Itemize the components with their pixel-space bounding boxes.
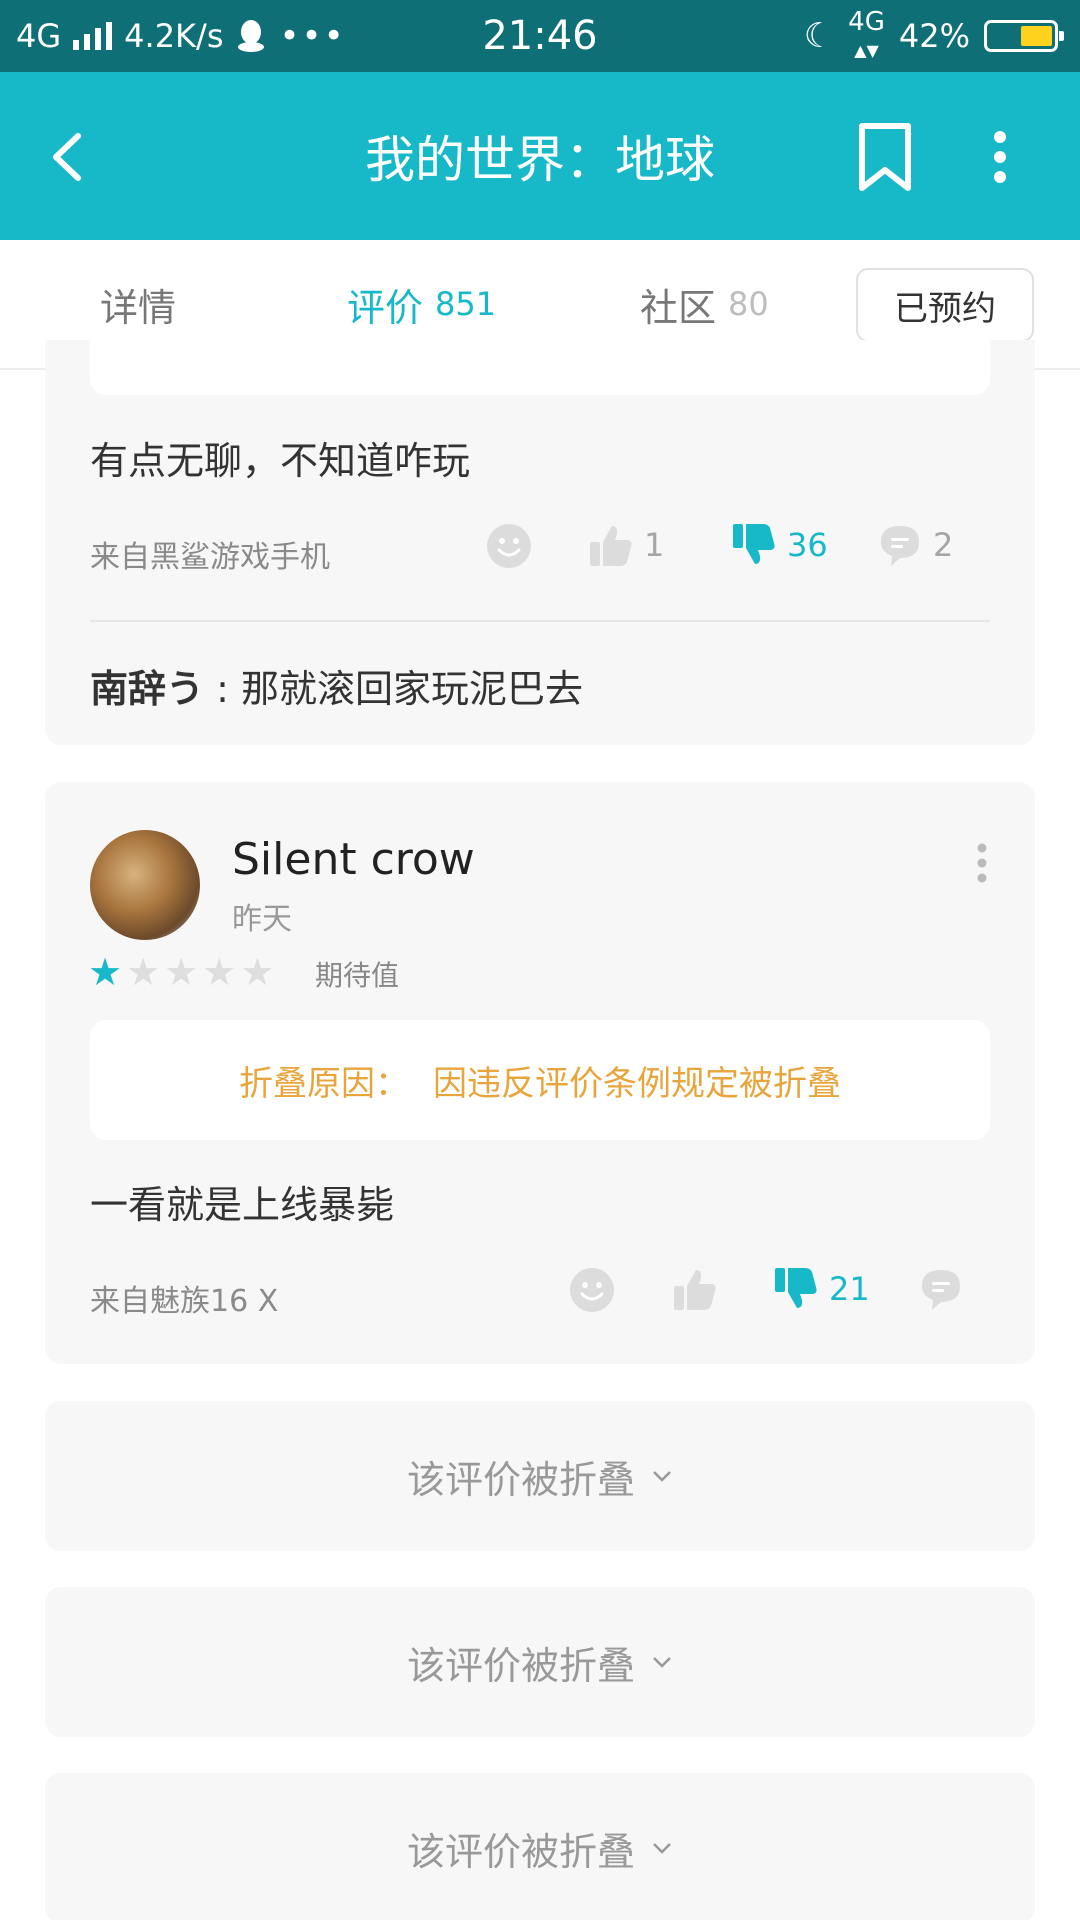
reply-separator: :: [204, 667, 241, 711]
comment-button[interactable]: [918, 1266, 964, 1312]
app-bar: 我的世界：地球: [0, 72, 1080, 240]
comment-icon: [881, 526, 919, 566]
thumbs-down-icon: [775, 1268, 817, 1308]
tab-label: 详情: [100, 285, 177, 330]
network-label: 4G: [16, 17, 62, 55]
folded-label: 该评价被折叠: [406, 1643, 635, 1688]
more-menu-button[interactable]: [975, 120, 1025, 194]
star-icon: ★: [164, 950, 199, 994]
reserved-button[interactable]: 已预约: [856, 268, 1034, 342]
tab-count: 851: [435, 285, 497, 323]
more-vertical-icon: [994, 131, 1006, 183]
divider: [90, 620, 990, 622]
review-card: 有点无聊，不知道咋玩 来自黑鲨游戏手机 1 36 2 南辞う : 那就滚回家玩泥…: [45, 340, 1035, 745]
fold-reason-box-partial: [90, 340, 990, 395]
review-text: 有点无聊，不知道咋玩: [90, 439, 471, 483]
like-count: 1: [644, 526, 665, 564]
tab-label: 评价: [347, 285, 424, 330]
signal-icon: [73, 22, 113, 50]
chevron-down-icon: [653, 1657, 671, 1668]
reply-item[interactable]: 南辞う : 那就滚回家玩泥巴去: [90, 658, 583, 713]
thumbs-up-icon: [590, 526, 632, 566]
bookmark-icon: [859, 123, 911, 191]
avatar[interactable]: [90, 830, 200, 940]
status-right: ☾ 4G ▲▼ 42%: [803, 0, 1064, 72]
tab-label: 社区: [640, 285, 717, 330]
emoji-button[interactable]: [485, 522, 533, 570]
star-icon: ★: [88, 950, 123, 994]
folded-label: 该评价被折叠: [406, 1457, 635, 1502]
qq-icon: [238, 20, 265, 52]
device-label: 来自魅族16 X: [90, 1284, 279, 1319]
status-left: 4G 4.2K/s •••: [16, 0, 346, 72]
folded-review[interactable]: 该评价被折叠: [45, 1401, 1035, 1551]
smiley-icon: [487, 524, 531, 568]
dislike-button[interactable]: 36: [731, 522, 828, 568]
star-icon: ★: [202, 950, 237, 994]
reply-text: 那就滚回家玩泥巴去: [240, 667, 583, 711]
back-button[interactable]: [36, 122, 106, 192]
moon-icon: ☾: [803, 16, 835, 56]
fold-reason-box: 折叠原因： 因违反评价条例规定被折叠: [90, 1020, 990, 1140]
rating-label: 期待值: [315, 959, 400, 992]
chevron-left-icon: [53, 133, 81, 181]
battery-percent: 42%: [898, 17, 970, 55]
status-bar: 4G 4.2K/s ••• 21:46 ☾ 4G ▲▼ 42%: [0, 0, 1080, 72]
battery-icon: [984, 20, 1064, 52]
review-text: 一看就是上线暴毙: [90, 1183, 395, 1227]
bookmark-button[interactable]: [850, 120, 920, 194]
more-notifications-icon: •••: [279, 16, 346, 56]
reply-author[interactable]: 南辞う: [90, 667, 204, 711]
comment-count: 2: [933, 526, 954, 564]
fold-reason-label: 折叠原因：: [239, 1063, 409, 1104]
star-icon: ★: [240, 950, 275, 994]
emoji-button[interactable]: [568, 1266, 616, 1314]
tab-count: 80: [728, 285, 769, 323]
review-date: 昨天: [232, 902, 292, 937]
chevron-down-icon: [653, 1471, 671, 1482]
username[interactable]: Silent crow: [232, 834, 475, 885]
more-vertical-icon: [977, 843, 987, 883]
folded-review[interactable]: 该评价被折叠: [45, 1587, 1035, 1737]
net-gen-label: 4G ▲▼: [848, 6, 885, 60]
comment-icon: [922, 1270, 960, 1310]
dislike-button[interactable]: 21: [773, 1266, 870, 1312]
chevron-down-icon: [653, 1843, 671, 1854]
comment-button[interactable]: 2: [877, 522, 953, 568]
thumbs-up-icon: [674, 1270, 716, 1310]
like-button[interactable]: 1: [588, 522, 664, 568]
folded-label: 该评价被折叠: [406, 1829, 635, 1874]
thumbs-down-icon: [733, 524, 775, 564]
folded-review[interactable]: 该评价被折叠: [45, 1773, 1035, 1920]
star-icon: ★: [126, 950, 161, 994]
network-speed: 4.2K/s: [124, 17, 224, 55]
fold-reason-text: 因违反评价条例规定被折叠: [433, 1063, 841, 1104]
dislike-count: 36: [787, 526, 828, 564]
star-rating: ★ ★ ★ ★ ★: [88, 952, 274, 992]
review-more-button[interactable]: [967, 840, 997, 890]
dislike-count: 21: [829, 1270, 870, 1308]
smiley-icon: [570, 1268, 614, 1312]
review-card: Silent crow 昨天 ★ ★ ★ ★ ★ 期待值 折叠原因： 因违反评价…: [45, 782, 1035, 1364]
like-button[interactable]: [672, 1266, 718, 1312]
device-label: 来自黑鲨游戏手机: [90, 540, 330, 575]
